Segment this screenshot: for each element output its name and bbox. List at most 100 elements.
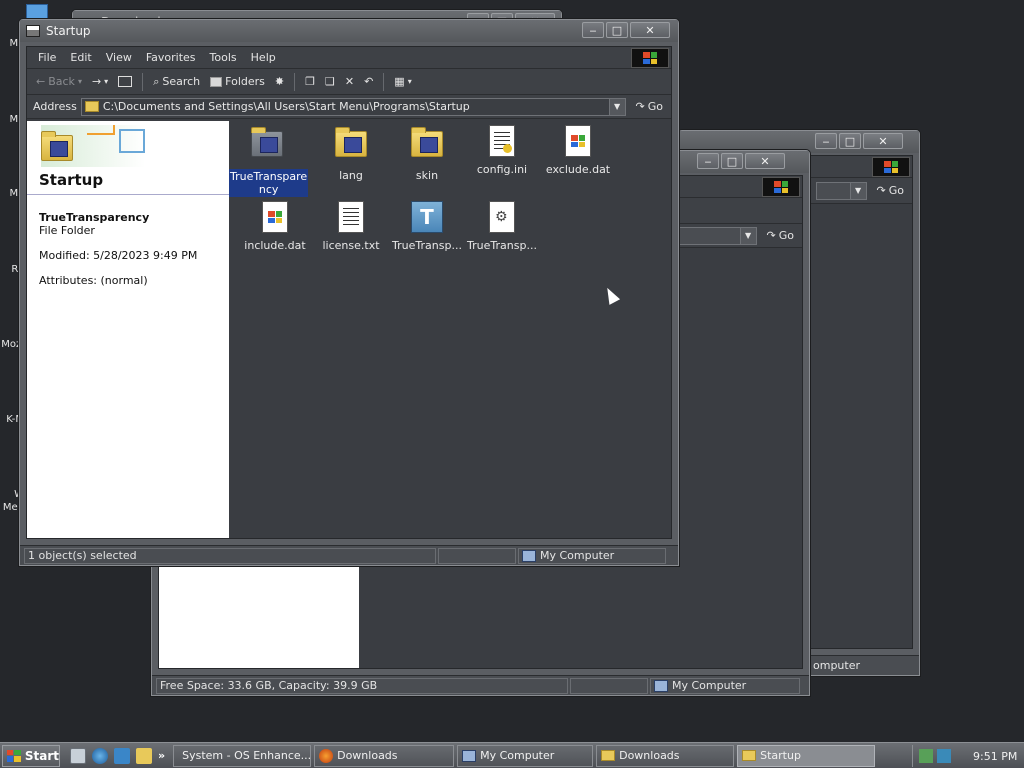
window-titlebar[interactable]: Startup ‒ □ ✕ xyxy=(20,20,678,42)
window-controls: ‒ □ ✕ xyxy=(582,22,670,38)
content-area: Startup TrueTransparency File Folder Mod… xyxy=(27,121,671,538)
move-to-icon: ❐ xyxy=(305,75,315,88)
copy-to-button[interactable]: ❑ xyxy=(322,75,338,88)
menu-edit[interactable]: Edit xyxy=(63,51,98,64)
internet-explorer-icon[interactable] xyxy=(92,747,108,764)
go-button[interactable]: ↷ Go xyxy=(630,100,671,113)
toolbar-separator xyxy=(383,72,385,91)
minimize-button[interactable]: ‒ xyxy=(815,133,837,149)
toolbar: ← Back ▾ → ▾ ⌕ Search Folders ✸ ❐ ❑ ✕ ↶ … xyxy=(27,69,671,95)
status-bar: 1 object(s) selected My Computer xyxy=(20,545,678,565)
close-button[interactable]: ✕ xyxy=(745,153,785,169)
status-zone: My Computer xyxy=(650,677,800,694)
computer-icon xyxy=(462,749,477,762)
file-item[interactable]: lang xyxy=(313,125,389,182)
taskbar-button[interactable]: Downloads xyxy=(596,744,735,767)
close-button[interactable]: ✕ xyxy=(863,133,903,149)
file-label: TrueTransp... xyxy=(467,239,537,252)
folder-icon xyxy=(84,101,99,112)
file-item[interactable]: config.ini xyxy=(464,125,540,176)
file-item[interactable]: ⚙ TrueTransp... xyxy=(464,201,540,252)
close-button[interactable]: ✕ xyxy=(630,22,670,38)
back-button[interactable]: ← Back ▾ xyxy=(33,75,85,88)
taskbar-button[interactable]: System - OS Enhance... xyxy=(173,744,312,767)
details-item-type: File Folder xyxy=(39,224,95,237)
toolbar-separator xyxy=(142,72,144,91)
file-item[interactable]: TrueTranspare ncy xyxy=(229,125,309,197)
file-item[interactable]: T TrueTransp... xyxy=(389,201,465,252)
up-folder-button[interactable] xyxy=(115,76,135,87)
text-file-icon xyxy=(335,201,367,235)
show-desktop-icon[interactable] xyxy=(70,747,86,764)
clock[interactable]: 9:51 PM xyxy=(973,750,1017,763)
minimize-button[interactable]: ‒ xyxy=(582,22,604,38)
menu-file[interactable]: File xyxy=(31,51,63,64)
maximize-button[interactable]: □ xyxy=(839,133,861,149)
tray-app-icon[interactable] xyxy=(937,749,951,763)
details-modified: Modified: 5/28/2023 9:49 PM xyxy=(39,249,198,262)
header-frame-graphic xyxy=(87,125,115,135)
file-item[interactable]: include.dat xyxy=(237,201,313,252)
folder-icon xyxy=(601,750,616,761)
windows-flag-icon xyxy=(774,181,788,193)
history-button[interactable]: ✸ xyxy=(272,75,287,88)
taskbar-button-label: My Computer xyxy=(480,749,555,762)
address-dropdown-button[interactable]: ▼ xyxy=(739,227,756,244)
minimize-button[interactable]: ‒ xyxy=(697,153,719,169)
views-icon: ▦ xyxy=(394,75,405,88)
taskbar-button-label: Downloads xyxy=(619,749,680,762)
menu-tools[interactable]: Tools xyxy=(203,51,244,64)
address-label: Address xyxy=(33,100,77,113)
address-field[interactable]: C:\Documents and Settings\All Users\Star… xyxy=(80,97,626,116)
quick-launch-more-button[interactable]: » xyxy=(158,749,165,762)
move-to-button[interactable]: ❐ xyxy=(302,75,318,88)
start-button[interactable]: Start xyxy=(2,744,60,767)
folder-icon xyxy=(742,750,757,761)
start-label: Start xyxy=(24,748,59,763)
delete-button[interactable]: ✕ xyxy=(342,75,357,88)
copy-to-icon: ❑ xyxy=(324,75,335,88)
menu-view[interactable]: View xyxy=(99,51,139,64)
file-item[interactable]: license.txt xyxy=(313,201,389,252)
file-item[interactable]: skin xyxy=(389,125,465,182)
taskbar-button-active[interactable]: Startup xyxy=(737,744,876,767)
menu-help[interactable]: Help xyxy=(244,51,283,64)
maximize-button[interactable]: □ xyxy=(606,22,628,38)
folder-icon xyxy=(411,127,443,165)
forward-arrow-icon: → xyxy=(91,75,102,88)
window-app-icon xyxy=(26,25,40,37)
status-free-space: Free Space: 33.6 GB, Capacity: 39.9 GB xyxy=(156,677,568,694)
go-button[interactable]: ↷ Go xyxy=(761,229,802,242)
system-tray: 9:51 PM xyxy=(912,745,1024,767)
go-button[interactable]: ↷ Go xyxy=(871,184,912,197)
undo-button[interactable]: ↶ xyxy=(361,75,376,88)
views-button[interactable]: ▦ ▾ xyxy=(391,75,414,88)
startup-window[interactable]: Startup ‒ □ ✕ File Edit View Favorites T… xyxy=(19,19,679,566)
file-label: TrueTransp... xyxy=(392,239,462,252)
windows-logo xyxy=(872,157,910,177)
taskbar-button[interactable]: Downloads xyxy=(314,744,455,767)
maximize-button[interactable]: □ xyxy=(721,153,743,169)
address-dropdown-button[interactable]: ▼ xyxy=(608,98,625,115)
chevron-down-icon: ▾ xyxy=(407,77,412,86)
windows-explorer-icon[interactable] xyxy=(136,747,152,764)
taskbar-button[interactable]: My Computer xyxy=(457,744,594,767)
file-label: license.txt xyxy=(322,239,380,252)
folder-icon xyxy=(335,127,367,165)
details-body: TrueTransparency File Folder Modified: 5… xyxy=(27,195,229,287)
forward-button[interactable]: → ▾ xyxy=(89,75,111,88)
folders-button[interactable]: Folders xyxy=(207,75,268,88)
go-label: Go xyxy=(647,100,663,113)
file-item[interactable]: exclude.dat xyxy=(540,125,616,176)
windows-logo xyxy=(762,177,800,197)
address-dropdown-button[interactable]: ▼ xyxy=(849,182,866,199)
address-field[interactable]: ▼ xyxy=(816,181,867,200)
windows-flag-icon xyxy=(884,161,898,173)
taskbar-button-label: Startup xyxy=(760,749,801,762)
folders-icon xyxy=(210,76,223,87)
menu-favorites[interactable]: Favorites xyxy=(139,51,203,64)
search-button[interactable]: ⌕ Search xyxy=(150,75,203,89)
outlook-icon[interactable] xyxy=(114,747,130,764)
search-icon: ⌕ xyxy=(153,74,160,88)
tray-app-icon[interactable] xyxy=(919,749,933,763)
